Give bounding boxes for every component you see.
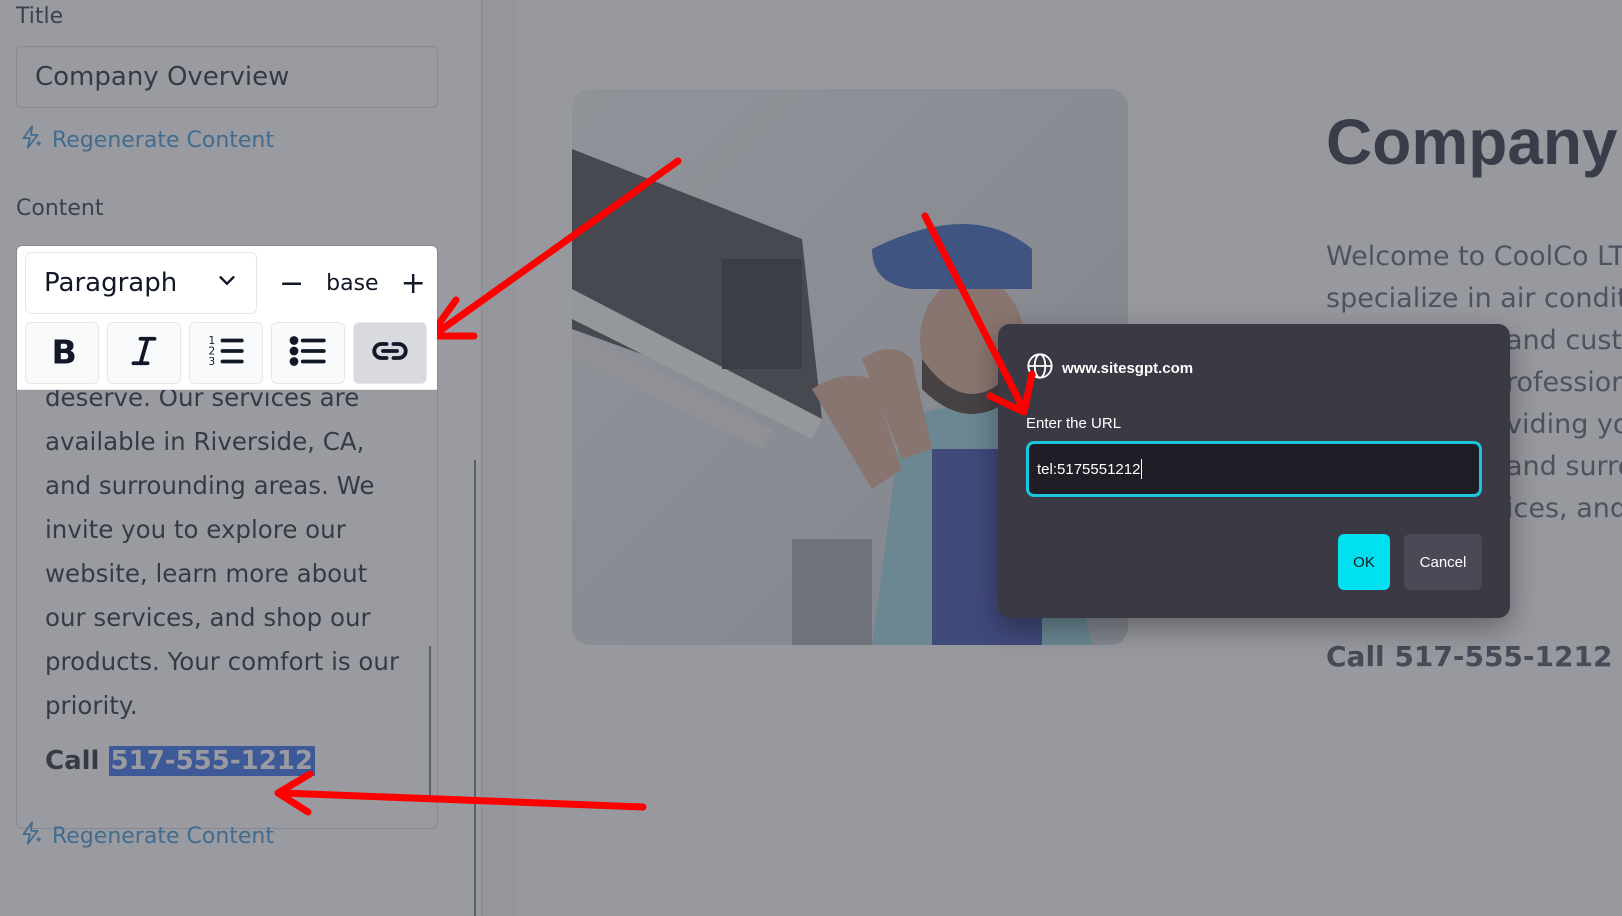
dialog-prompt: Enter the URL xyxy=(1026,415,1122,432)
sidebar-scrollbar[interactable] xyxy=(474,460,476,916)
dialog-origin-text: www.sitesgpt.com xyxy=(1062,359,1194,377)
ok-button[interactable]: OK xyxy=(1338,534,1390,590)
bold-icon: B xyxy=(41,330,83,377)
block-type-select[interactable]: Paragraph xyxy=(25,252,257,314)
ordered-list-icon: 123 xyxy=(205,330,247,377)
font-size-increase-button[interactable]: + xyxy=(401,266,426,301)
title-label: Title xyxy=(16,4,64,29)
preview-line: Welcome to CoolCo LTD xyxy=(1326,241,1622,272)
rich-text-editor[interactable]: you with the comfort you deserve. Our se… xyxy=(16,245,438,829)
selected-phone-number[interactable]: 517-555-1212 xyxy=(108,746,316,776)
bullet-list-button[interactable] xyxy=(271,322,345,384)
chevron-down-icon xyxy=(216,268,238,298)
ordered-list-button[interactable]: 123 xyxy=(189,322,263,384)
preview-call-line: Call 517-555-1212 xyxy=(1326,640,1613,673)
editor-toolbar: Paragraph − base + B 123 xyxy=(17,246,437,390)
editor-call-line[interactable]: Call 517-555-1212 xyxy=(45,746,316,776)
link-button[interactable] xyxy=(353,322,427,384)
format-buttons: B 123 xyxy=(25,322,427,384)
preview-heading: Company O xyxy=(1326,106,1622,178)
link-icon xyxy=(369,330,411,377)
title-input[interactable]: Company Overview xyxy=(16,46,438,108)
editor-paragraph: you with the comfort you deserve. Our se… xyxy=(45,339,400,720)
regenerate-content-button[interactable]: Regenerate Content xyxy=(18,820,274,852)
block-type-value: Paragraph xyxy=(44,268,178,298)
editor-sidebar: Title Company Overview Regenerate Conten… xyxy=(0,0,482,916)
svg-text:B: B xyxy=(52,332,77,371)
font-size-decrease-button[interactable]: − xyxy=(279,266,304,301)
regenerate-label: Regenerate Content xyxy=(52,823,274,849)
sparkle-icon xyxy=(18,124,44,156)
url-input-value: tel:5175551212 xyxy=(1037,460,1141,478)
globe-icon xyxy=(1026,352,1054,384)
url-prompt-dialog: www.sitesgpt.com Enter the URL tel:51755… xyxy=(998,324,1510,618)
regenerate-label: Regenerate Content xyxy=(52,127,274,153)
italic-button[interactable] xyxy=(107,322,181,384)
bold-button[interactable]: B xyxy=(25,322,99,384)
preview-line: specialize in air conditio xyxy=(1326,283,1622,314)
call-prefix: Call xyxy=(45,746,109,776)
svg-text:3: 3 xyxy=(209,356,216,368)
italic-icon xyxy=(123,330,165,377)
font-size-value: base xyxy=(326,270,379,296)
regenerate-title-button[interactable]: Regenerate Content xyxy=(18,124,274,156)
editor-scrollbar[interactable] xyxy=(429,646,431,796)
url-input[interactable]: tel:5175551212 xyxy=(1026,441,1482,497)
content-label: Content xyxy=(16,196,104,221)
sparkle-icon xyxy=(18,820,44,852)
font-size-control: − base + xyxy=(279,252,426,314)
text-caret xyxy=(1141,459,1143,479)
cancel-button[interactable]: Cancel xyxy=(1404,534,1482,590)
dialog-origin: www.sitesgpt.com xyxy=(1026,352,1193,384)
bullet-list-icon xyxy=(287,330,329,377)
editor-content[interactable]: you with the comfort you deserve. Our se… xyxy=(17,332,437,728)
